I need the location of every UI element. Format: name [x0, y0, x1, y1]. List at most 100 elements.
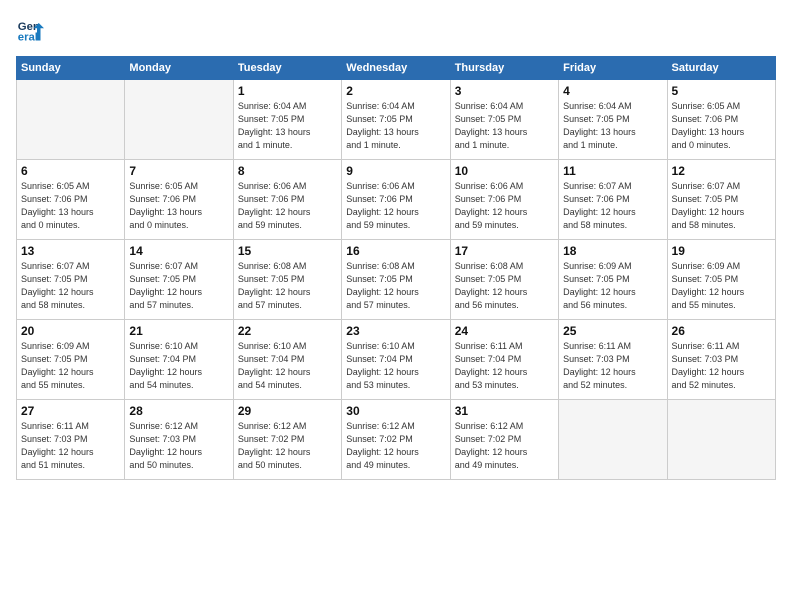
- day-number: 16: [346, 244, 445, 258]
- day-number: 24: [455, 324, 554, 338]
- day-number: 31: [455, 404, 554, 418]
- calendar-cell: 19 Sunrise: 6:09 AM Sunset: 7:05 PM Dayli…: [667, 240, 775, 320]
- day-info: Sunrise: 6:11 AM Sunset: 7:03 PM Dayligh…: [21, 420, 120, 472]
- day-number: 2: [346, 84, 445, 98]
- day-info: Sunrise: 6:08 AM Sunset: 7:05 PM Dayligh…: [455, 260, 554, 312]
- calendar-cell: 23 Sunrise: 6:10 AM Sunset: 7:04 PM Dayli…: [342, 320, 450, 400]
- day-number: 14: [129, 244, 228, 258]
- day-info: Sunrise: 6:04 AM Sunset: 7:05 PM Dayligh…: [563, 100, 662, 152]
- day-number: 17: [455, 244, 554, 258]
- day-info: Sunrise: 6:12 AM Sunset: 7:03 PM Dayligh…: [129, 420, 228, 472]
- day-info: Sunrise: 6:05 AM Sunset: 7:06 PM Dayligh…: [129, 180, 228, 232]
- day-number: 13: [21, 244, 120, 258]
- day-info: Sunrise: 6:07 AM Sunset: 7:05 PM Dayligh…: [672, 180, 771, 232]
- calendar-cell: 6Sunrise: 6:05 AM Sunset: 7:06 PM Daylig…: [17, 160, 125, 240]
- day-number: 22: [238, 324, 337, 338]
- day-number: 25: [563, 324, 662, 338]
- day-info: Sunrise: 6:11 AM Sunset: 7:04 PM Dayligh…: [455, 340, 554, 392]
- day-info: Sunrise: 6:08 AM Sunset: 7:05 PM Dayligh…: [238, 260, 337, 312]
- calendar-cell: [667, 400, 775, 480]
- calendar-week-3: 13 Sunrise: 6:07 AM Sunset: 7:05 PM Dayli…: [17, 240, 776, 320]
- calendar-week-1: 1 Sunrise: 6:04 AM Sunset: 7:05 PM Daylig…: [17, 80, 776, 160]
- day-info: Sunrise: 6:10 AM Sunset: 7:04 PM Dayligh…: [346, 340, 445, 392]
- calendar-cell: [17, 80, 125, 160]
- column-header-saturday: Saturday: [667, 57, 775, 80]
- calendar-cell: 25 Sunrise: 6:11 AM Sunset: 7:03 PM Dayli…: [559, 320, 667, 400]
- day-number: 20: [21, 324, 120, 338]
- day-info: Sunrise: 6:04 AM Sunset: 7:05 PM Dayligh…: [346, 100, 445, 152]
- day-number: 3: [455, 84, 554, 98]
- day-info: Sunrise: 6:10 AM Sunset: 7:04 PM Dayligh…: [238, 340, 337, 392]
- calendar-cell: 13 Sunrise: 6:07 AM Sunset: 7:05 PM Dayli…: [17, 240, 125, 320]
- day-info: Sunrise: 6:07 AM Sunset: 7:05 PM Dayligh…: [129, 260, 228, 312]
- day-number: 15: [238, 244, 337, 258]
- day-number: 6: [21, 164, 120, 178]
- calendar-table: SundayMondayTuesdayWednesdayThursdayFrid…: [16, 56, 776, 480]
- day-info: Sunrise: 6:10 AM Sunset: 7:04 PM Dayligh…: [129, 340, 228, 392]
- day-info: Sunrise: 6:05 AM Sunset: 7:06 PM Dayligh…: [672, 100, 771, 152]
- column-header-wednesday: Wednesday: [342, 57, 450, 80]
- column-header-monday: Monday: [125, 57, 233, 80]
- day-info: Sunrise: 6:06 AM Sunset: 7:06 PM Dayligh…: [346, 180, 445, 232]
- day-number: 9: [346, 164, 445, 178]
- day-info: Sunrise: 6:12 AM Sunset: 7:02 PM Dayligh…: [346, 420, 445, 472]
- calendar-cell: 2 Sunrise: 6:04 AM Sunset: 7:05 PM Daylig…: [342, 80, 450, 160]
- calendar-cell: 3 Sunrise: 6:04 AM Sunset: 7:05 PM Daylig…: [450, 80, 558, 160]
- day-number: 27: [21, 404, 120, 418]
- calendar-cell: 8 Sunrise: 6:06 AM Sunset: 7:06 PM Daylig…: [233, 160, 341, 240]
- calendar-cell: 15 Sunrise: 6:08 AM Sunset: 7:05 PM Dayli…: [233, 240, 341, 320]
- calendar-cell: 4 Sunrise: 6:04 AM Sunset: 7:05 PM Daylig…: [559, 80, 667, 160]
- calendar-cell: 28 Sunrise: 6:12 AM Sunset: 7:03 PM Dayli…: [125, 400, 233, 480]
- calendar-cell: 1Sunrise: 6:04 AM Sunset: 7:05 PM Daylig…: [233, 80, 341, 160]
- column-header-tuesday: Tuesday: [233, 57, 341, 80]
- calendar-week-5: 27 Sunrise: 6:11 AM Sunset: 7:03 PM Dayli…: [17, 400, 776, 480]
- day-info: Sunrise: 6:09 AM Sunset: 7:05 PM Dayligh…: [672, 260, 771, 312]
- calendar-week-4: 20 Sunrise: 6:09 AM Sunset: 7:05 PM Dayli…: [17, 320, 776, 400]
- day-number: 19: [672, 244, 771, 258]
- day-info: Sunrise: 6:06 AM Sunset: 7:06 PM Dayligh…: [455, 180, 554, 232]
- calendar-cell: 31 Sunrise: 6:12 AM Sunset: 7:02 PM Dayli…: [450, 400, 558, 480]
- day-number: 29: [238, 404, 337, 418]
- day-number: 28: [129, 404, 228, 418]
- calendar-cell: 12 Sunrise: 6:07 AM Sunset: 7:05 PM Dayli…: [667, 160, 775, 240]
- day-number: 30: [346, 404, 445, 418]
- day-info: Sunrise: 6:04 AM Sunset: 7:05 PM Dayligh…: [455, 100, 554, 152]
- logo: Gen eral: [16, 16, 48, 44]
- day-number: 1: [238, 84, 337, 98]
- calendar-cell: 5 Sunrise: 6:05 AM Sunset: 7:06 PM Daylig…: [667, 80, 775, 160]
- calendar-cell: 21 Sunrise: 6:10 AM Sunset: 7:04 PM Dayli…: [125, 320, 233, 400]
- day-number: 11: [563, 164, 662, 178]
- day-info: Sunrise: 6:06 AM Sunset: 7:06 PM Dayligh…: [238, 180, 337, 232]
- day-number: 26: [672, 324, 771, 338]
- day-info: Sunrise: 6:09 AM Sunset: 7:05 PM Dayligh…: [563, 260, 662, 312]
- calendar-cell: 24 Sunrise: 6:11 AM Sunset: 7:04 PM Dayli…: [450, 320, 558, 400]
- calendar-cell: 9 Sunrise: 6:06 AM Sunset: 7:06 PM Daylig…: [342, 160, 450, 240]
- day-info: Sunrise: 6:07 AM Sunset: 7:05 PM Dayligh…: [21, 260, 120, 312]
- calendar-cell: 27 Sunrise: 6:11 AM Sunset: 7:03 PM Dayli…: [17, 400, 125, 480]
- calendar-cell: 26Sunrise: 6:11 AM Sunset: 7:03 PM Dayli…: [667, 320, 775, 400]
- day-number: 4: [563, 84, 662, 98]
- day-info: Sunrise: 6:11 AM Sunset: 7:03 PM Dayligh…: [563, 340, 662, 392]
- column-header-sunday: Sunday: [17, 57, 125, 80]
- calendar-cell: 10Sunrise: 6:06 AM Sunset: 7:06 PM Dayli…: [450, 160, 558, 240]
- day-info: Sunrise: 6:08 AM Sunset: 7:05 PM Dayligh…: [346, 260, 445, 312]
- header-row: SundayMondayTuesdayWednesdayThursdayFrid…: [17, 57, 776, 80]
- day-number: 8: [238, 164, 337, 178]
- calendar-cell: 11Sunrise: 6:07 AM Sunset: 7:06 PM Dayli…: [559, 160, 667, 240]
- calendar-week-2: 6 Sunrise: 6:05 AM Sunset: 7:06 PM Daylig…: [17, 160, 776, 240]
- svg-text:eral: eral: [18, 32, 38, 44]
- column-header-friday: Friday: [559, 57, 667, 80]
- day-number: 23: [346, 324, 445, 338]
- calendar-cell: [125, 80, 233, 160]
- day-number: 18: [563, 244, 662, 258]
- page-header: Gen eral: [16, 16, 776, 44]
- calendar-cell: 20 Sunrise: 6:09 AM Sunset: 7:05 PM Dayli…: [17, 320, 125, 400]
- day-info: Sunrise: 6:12 AM Sunset: 7:02 PM Dayligh…: [455, 420, 554, 472]
- day-info: Sunrise: 6:09 AM Sunset: 7:05 PM Dayligh…: [21, 340, 120, 392]
- column-header-thursday: Thursday: [450, 57, 558, 80]
- day-number: 21: [129, 324, 228, 338]
- day-number: 12: [672, 164, 771, 178]
- calendar-cell: 16 Sunrise: 6:08 AM Sunset: 7:05 PM Dayli…: [342, 240, 450, 320]
- calendar-cell: 18 Sunrise: 6:09 AM Sunset: 7:05 PM Dayli…: [559, 240, 667, 320]
- day-number: 5: [672, 84, 771, 98]
